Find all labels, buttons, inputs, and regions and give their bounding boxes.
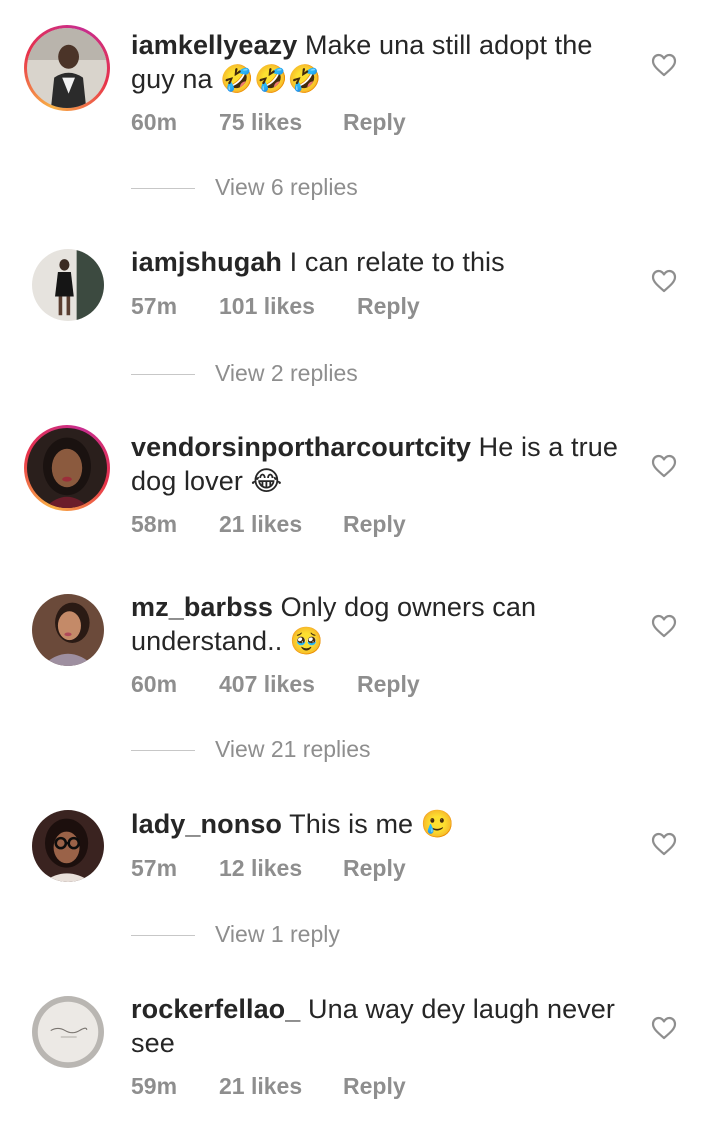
view-replies-label[interactable]: View 2 replies: [215, 360, 358, 386]
reply-button[interactable]: Reply: [343, 855, 406, 882]
view-replies-label[interactable]: View 1 reply: [215, 921, 340, 947]
comment-text: lady_nonso This is me 🥲: [131, 807, 621, 841]
heart-outline-icon[interactable]: [651, 454, 677, 478]
comment-time: 57m: [131, 855, 178, 881]
comment-likes[interactable]: 407 likes: [219, 671, 343, 698]
avatar[interactable]: [32, 249, 104, 321]
comment-time: 59m: [131, 1073, 178, 1099]
view-replies-link[interactable]: View 1 reply: [131, 921, 340, 951]
reply-button[interactable]: Reply: [343, 109, 406, 136]
comment-likes[interactable]: 12 likes: [219, 855, 343, 882]
avatar-image: [27, 28, 107, 108]
comment-time: 60m: [131, 109, 178, 135]
comment-username[interactable]: mz_barbss: [131, 592, 273, 622]
comment-username[interactable]: rockerfellao_: [131, 994, 300, 1024]
comment-time: 60m: [131, 671, 178, 697]
view-replies-link[interactable]: View 6 replies: [131, 174, 358, 204]
heart-outline-icon[interactable]: [651, 269, 677, 293]
comment-username[interactable]: iamkellyeazy: [131, 30, 297, 60]
replies-divider: [131, 750, 195, 752]
comment-text: iamjshugah I can relate to this: [131, 245, 621, 279]
comment-likes[interactable]: 75 likes: [219, 109, 343, 136]
comment-username[interactable]: iamjshugah: [131, 247, 282, 277]
comment-text: vendorsinportharcourtcity He is a true d…: [131, 430, 621, 498]
comment-body: I can relate to this: [289, 247, 505, 277]
avatar[interactable]: [32, 594, 104, 666]
reply-button[interactable]: Reply: [343, 511, 406, 538]
replies-divider: [131, 935, 195, 937]
heart-outline-icon[interactable]: [651, 1016, 677, 1040]
comment-likes[interactable]: 101 likes: [219, 293, 343, 320]
comment-text: mz_barbss Only dog owners can understand…: [131, 590, 621, 658]
view-replies-label[interactable]: View 6 replies: [215, 174, 358, 200]
avatar[interactable]: [32, 810, 104, 882]
comment-likes[interactable]: 21 likes: [219, 511, 343, 538]
view-replies-label[interactable]: View 21 replies: [215, 736, 371, 762]
heart-outline-icon[interactable]: [651, 614, 677, 638]
comment-meta: 60m 75 likes Reply: [131, 109, 406, 136]
avatar-image: [32, 810, 104, 882]
comment-time: 58m: [131, 511, 178, 537]
heart-outline-icon[interactable]: [651, 53, 677, 77]
comment-likes[interactable]: 21 likes: [219, 1073, 343, 1100]
reply-button[interactable]: Reply: [343, 1073, 406, 1100]
replies-divider: [131, 374, 195, 376]
comment-meta: 59m 21 likes Reply: [131, 1073, 406, 1100]
avatar-image: [32, 594, 104, 666]
view-replies-link[interactable]: View 2 replies: [131, 360, 358, 390]
comment-meta: 60m 407 likes Reply: [131, 671, 420, 698]
view-replies-link[interactable]: View 21 replies: [131, 736, 371, 766]
comment-text: rockerfellao_ Una way dey laugh never se…: [131, 992, 621, 1060]
avatar[interactable]: [24, 25, 110, 111]
avatar[interactable]: [24, 425, 110, 511]
avatar[interactable]: [32, 996, 104, 1068]
comment-text: iamkellyeazy Make una still adopt the gu…: [131, 28, 621, 96]
reply-button[interactable]: Reply: [357, 671, 420, 698]
comment-username[interactable]: vendorsinportharcourtcity: [131, 432, 471, 462]
comment-meta: 57m 12 likes Reply: [131, 855, 406, 882]
avatar-image: [27, 428, 107, 508]
avatar-image: [32, 249, 104, 321]
comment-body: This is me 🥲: [289, 809, 455, 839]
comment-meta: 57m 101 likes Reply: [131, 293, 420, 320]
heart-outline-icon[interactable]: [651, 832, 677, 856]
comment-time: 57m: [131, 293, 178, 319]
comment-meta: 58m 21 likes Reply: [131, 511, 406, 538]
replies-divider: [131, 188, 195, 190]
comment-username[interactable]: lady_nonso: [131, 809, 282, 839]
reply-button[interactable]: Reply: [357, 293, 420, 320]
avatar-image: [32, 996, 104, 1068]
